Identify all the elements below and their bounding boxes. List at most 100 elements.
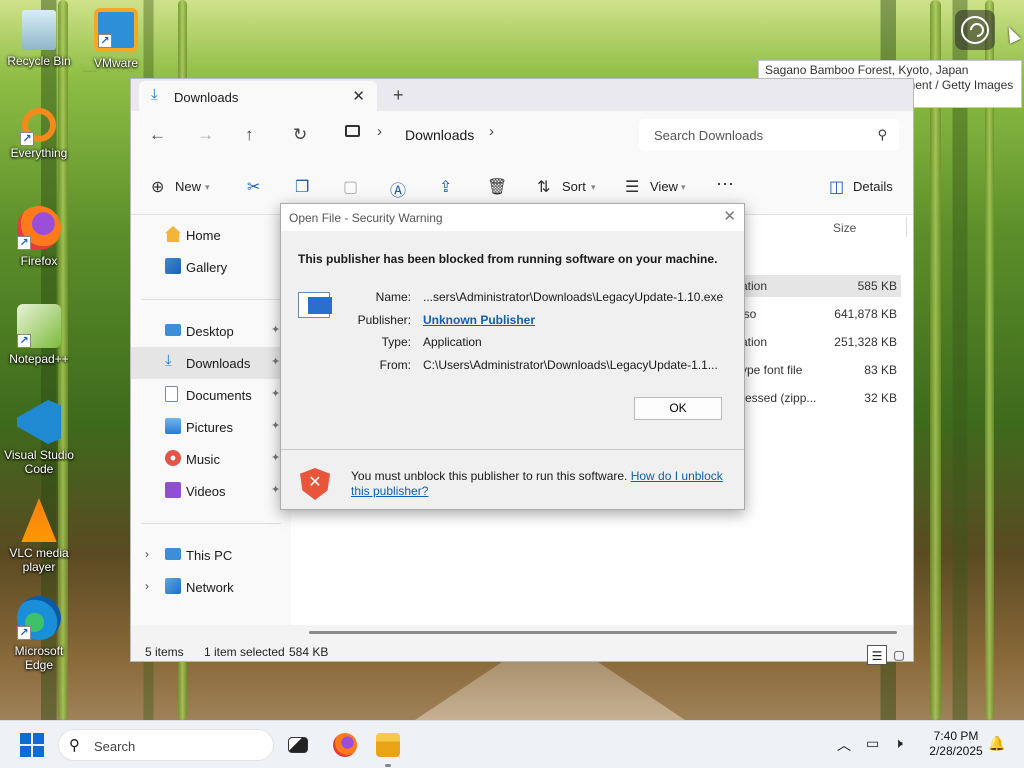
file-row[interactable]: ressed (zipp... 32 KB — [731, 387, 901, 409]
clock[interactable]: 7:40 PM 2/28/2025 — [926, 729, 986, 759]
volume-muted-icon[interactable]: 🕨 — [894, 735, 903, 752]
publisher-link[interactable]: Unknown Publisher — [423, 313, 535, 327]
paste-icon[interactable]: ▢ — [343, 177, 358, 197]
back-icon[interactable]: ← — [149, 125, 166, 145]
delete-icon[interactable]: 🗑 — [487, 177, 507, 197]
name-value: ...sers\Administrator\Downloads\LegacyUp… — [423, 290, 724, 304]
notification-bell-icon[interactable]: 🔔 — [988, 735, 1005, 752]
desktop-icon-vmware[interactable]: ↗ VMware Workstation — [78, 8, 154, 72]
spotlight-info-button[interactable] — [955, 10, 995, 50]
sidebar-item-label: Network — [186, 580, 234, 595]
file-type: ype font file — [741, 363, 803, 377]
search-input[interactable]: Search Downloads ⚲ — [639, 119, 899, 151]
pin-icon: ✦ — [271, 356, 281, 368]
home-icon — [165, 226, 181, 242]
from-label: From: — [379, 358, 411, 372]
sidebar-item-downloads[interactable]: ⤓ Downloads ✦ — [131, 347, 291, 379]
navigation-bar: ← → ↑ ↻ › Downloads › Search Downloads ⚲ — [131, 111, 913, 159]
desktop-icon-everything[interactable]: ↗ Everything — [1, 108, 77, 160]
shortcut-arrow-icon: ↗ — [20, 132, 34, 146]
search-placeholder: Search Downloads — [654, 128, 764, 143]
this-pc-icon[interactable] — [345, 125, 360, 137]
desktop-icon-label: VMware Workstation — [84, 56, 147, 72]
network-icon — [165, 578, 181, 594]
close-tab-icon[interactable]: ✕ — [352, 87, 365, 105]
view-button[interactable]: View — [650, 179, 678, 194]
file-row[interactable]: iso 641,878 KB — [731, 303, 901, 325]
chevron-right-icon[interactable]: › — [377, 123, 382, 140]
file-row[interactable]: ype font file 83 KB — [731, 359, 901, 381]
close-icon[interactable]: ✕ — [723, 207, 736, 225]
divider — [141, 523, 281, 524]
sidebar-item-network[interactable]: › Network — [131, 571, 291, 603]
column-header-size[interactable]: Size — [833, 221, 856, 235]
new-tab-button[interactable]: + — [393, 85, 404, 106]
column-divider[interactable] — [906, 217, 907, 237]
up-icon[interactable]: ↑ — [245, 125, 254, 145]
file-row[interactable]: ation 585 KB — [731, 275, 901, 297]
sidebar-item-documents[interactable]: Documents ✦ — [131, 379, 291, 411]
sort-button[interactable]: Sort — [562, 179, 586, 194]
desktop-icon-label: Firefox — [20, 254, 58, 268]
details-button[interactable]: Details — [853, 179, 893, 194]
file-row[interactable]: ation 251,328 KB — [731, 331, 901, 353]
chevron-right-icon[interactable]: › — [145, 579, 149, 593]
desktop-icon-label: Everything — [10, 146, 68, 160]
tab-downloads[interactable]: ⤓ Downloads ✕ — [139, 81, 377, 111]
refresh-icon[interactable]: ↻ — [293, 125, 307, 145]
desktop-icon-firefox[interactable]: ↗ Firefox — [1, 206, 77, 268]
edge-icon: ↗ — [17, 596, 61, 640]
desktop-icon-recycle-bin[interactable]: Recycle Bin — [1, 10, 77, 68]
sidebar-item-music[interactable]: Music ✦ — [131, 443, 291, 475]
tiles-view-icon[interactable]: ▢ — [889, 645, 909, 665]
start-button[interactable] — [20, 733, 44, 757]
shortcut-arrow-icon: ↗ — [98, 34, 112, 48]
more-options-icon[interactable]: ··· — [716, 173, 734, 194]
dialog-heading: This publisher has been blocked from run… — [298, 252, 718, 266]
pin-icon: ✦ — [271, 484, 281, 496]
new-button[interactable]: New — [175, 179, 201, 194]
details-view-icon[interactable]: ☰ — [867, 645, 887, 665]
desktop-icon-vlc[interactable]: VLC media player — [1, 498, 77, 574]
sidebar-item-gallery[interactable]: Gallery — [131, 251, 291, 283]
chevron-down-icon: ▾ — [591, 182, 596, 192]
ok-button[interactable]: OK — [634, 397, 722, 420]
network-icon[interactable]: ▭ — [866, 735, 879, 752]
active-app-indicator — [385, 764, 391, 767]
chevron-right-icon[interactable]: › — [489, 123, 494, 140]
rename-icon[interactable]: Ⓐ — [390, 177, 406, 201]
file-size: 641,878 KB — [834, 307, 897, 321]
sidebar-item-this-pc[interactable]: › This PC — [131, 539, 291, 571]
this-pc-icon — [165, 548, 181, 560]
background-decoration — [930, 0, 941, 720]
tooltip-line: Sagano Bamboo Forest, Kyoto, Japan — [765, 63, 969, 77]
cut-icon[interactable]: ✂ — [247, 177, 260, 197]
horizontal-scrollbar[interactable] — [309, 631, 897, 634]
desktop-icon-notepadpp[interactable]: ↗ Notepad++ — [1, 304, 77, 366]
copy-icon[interactable]: ❐ — [295, 177, 309, 197]
chevron-down-icon: ▾ — [681, 182, 686, 192]
sidebar-item-label: Music — [186, 452, 220, 467]
task-view-icon[interactable] — [288, 737, 308, 753]
sidebar-item-videos[interactable]: Videos ✦ — [131, 475, 291, 507]
forward-icon[interactable]: → — [197, 125, 214, 145]
file-explorer-icon[interactable] — [376, 733, 400, 757]
chevron-right-icon[interactable]: › — [145, 547, 149, 561]
details-pane-icon: ◫ — [829, 179, 845, 196]
desktop-icon-label: Recycle Bin — [7, 54, 71, 68]
tab-bar: ⤓ Downloads ✕ + — [131, 79, 913, 111]
desktop-icon-edge[interactable]: ↗ Microsoft Edge — [1, 596, 77, 672]
clock-time: 7:40 PM — [933, 729, 979, 743]
share-icon[interactable]: ⇪ — [439, 177, 452, 197]
chevron-up-icon[interactable]: ︿ — [837, 735, 851, 755]
sidebar-item-pictures[interactable]: Pictures ✦ — [131, 411, 291, 443]
divider — [281, 449, 744, 450]
desktop-icon-vscode[interactable]: Visual Studio Code — [1, 400, 77, 476]
sidebar-item-desktop[interactable]: Desktop ✦ — [131, 315, 291, 347]
firefox-icon[interactable] — [333, 733, 357, 757]
sidebar-item-home[interactable]: Home — [131, 219, 291, 251]
taskbar-search-box[interactable]: ⚲ Search — [58, 729, 274, 761]
pictures-icon — [165, 418, 181, 434]
breadcrumb-downloads[interactable]: Downloads — [405, 127, 474, 143]
taskbar: ⚲ Search ︿ ▭ 🕨 7:40 PM 2/28/2025 🔔 — [0, 720, 1024, 768]
